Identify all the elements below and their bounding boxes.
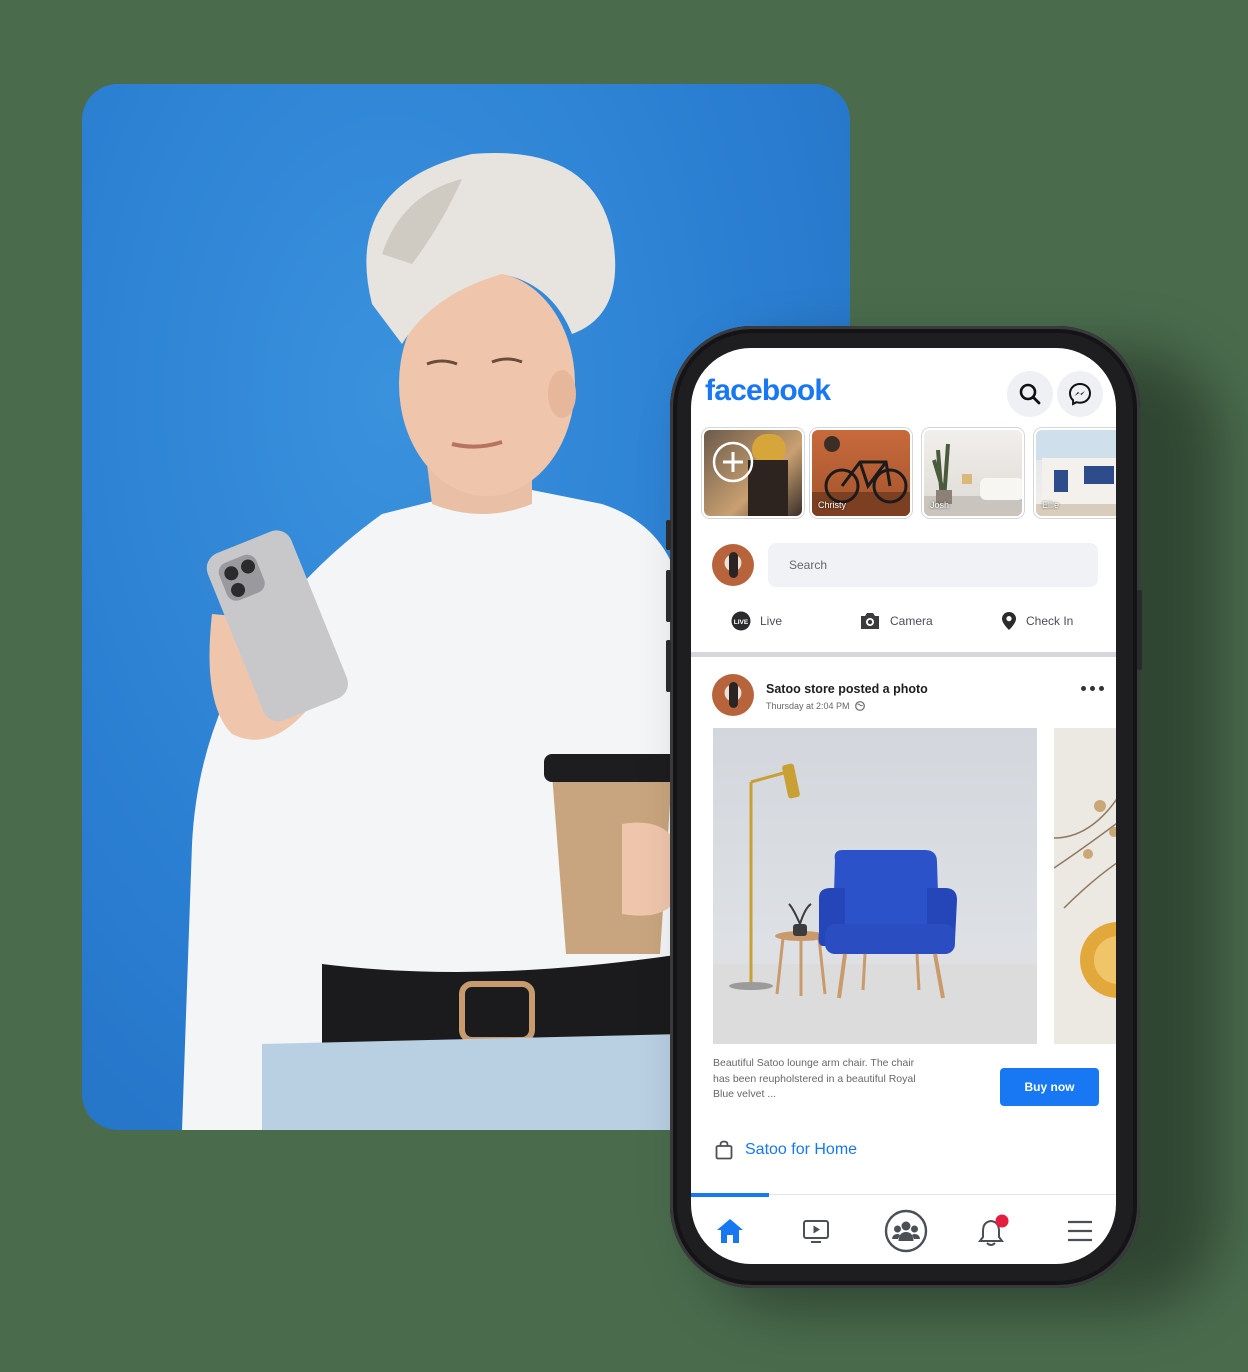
globe-icon [854,701,865,711]
notification-dot [995,1214,1009,1228]
messenger-icon [1068,382,1092,406]
story-thumbnail [712,434,788,516]
live-icon: LIVE [731,611,751,631]
menu-icon [1068,1220,1092,1242]
live-badge-text: LIVE [734,619,749,626]
story-ellie[interactable]: Ellie [1034,428,1116,518]
tab-home[interactable] [708,1209,752,1253]
messenger-button[interactable] [1057,371,1103,417]
post-photo-main[interactable] [713,728,1037,1044]
stories-row: Christy Josh Ellie [702,428,1116,520]
story-name: Christy [818,500,847,510]
search-icon [1019,383,1041,405]
phone-volume-up [666,570,671,622]
tab-watch[interactable] [794,1209,838,1253]
post-time-text: Thursday at 2:04 PM [766,701,850,711]
feed-divider [691,652,1116,657]
story-josh[interactable]: Josh [922,428,1024,518]
blue-armchair-photo [713,728,1037,1044]
dot-icon [1099,686,1104,691]
search-button[interactable] [1007,371,1053,417]
bottom-tab-bar [691,1193,1116,1264]
home-icon [717,1219,743,1243]
camera-icon [861,613,879,629]
post-options-button[interactable] [1081,686,1104,691]
groups-icon [884,1209,928,1253]
tab-groups[interactable] [884,1209,928,1253]
post-author[interactable]: Satoo store posted a photo [766,682,928,696]
active-tab-indicator [691,1193,769,1197]
story-create[interactable] [702,428,804,518]
phone-volume-down [666,640,671,692]
location-pin-icon [1002,612,1016,630]
camera-action[interactable]: Camera [859,610,933,632]
post-author-avatar[interactable] [712,674,754,716]
phone-power-button [1137,590,1142,670]
post-description: Beautiful Satoo lounge arm chair. The ch… [713,1057,916,1100]
checkin-action[interactable]: Check In [1001,610,1073,632]
notifications-icon [978,1214,1009,1246]
facebook-app-screen: facebook Christy Josh Ellie Search LIVE … [691,348,1116,1264]
phone-mute-switch [666,520,671,550]
buy-now-button[interactable]: Buy now [1000,1068,1099,1106]
story-christy[interactable]: Christy [810,428,912,518]
story-name: Josh [930,500,950,510]
post-photo-secondary[interactable] [1054,728,1116,1044]
dried-flowers-photo [1054,728,1116,1044]
story-name: Ellie [1042,500,1060,510]
dot-icon [1090,686,1095,691]
user-avatar[interactable] [712,544,754,586]
live-label: Live [760,614,783,628]
tab-menu[interactable] [1058,1209,1102,1253]
live-action[interactable]: LIVE Live [731,610,782,632]
watch-icon [803,1220,829,1243]
dot-icon [1081,686,1086,691]
facebook-logo: facebook [705,374,831,407]
shop-link-label: Satoo for Home [745,1141,858,1158]
tab-notifications[interactable] [971,1209,1015,1253]
checkin-label: Check In [1026,614,1074,628]
camera-label: Camera [890,614,933,628]
post-timestamp: Thursday at 2:04 PM [766,701,865,711]
search-input[interactable]: Search [768,543,1098,587]
shop-link[interactable]: Satoo for Home [715,1140,857,1160]
shopping-bag-icon [715,1140,733,1160]
